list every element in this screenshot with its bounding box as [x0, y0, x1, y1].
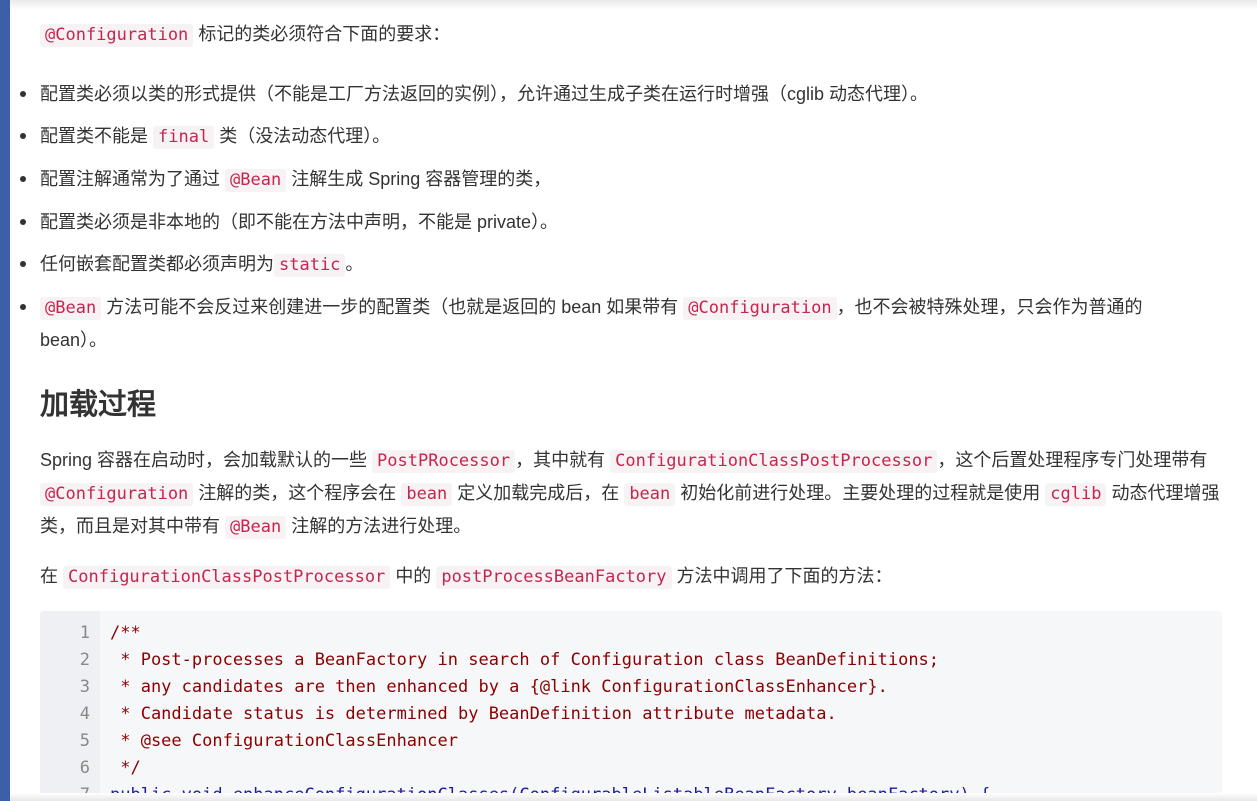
inline-code: @Bean — [225, 516, 287, 539]
line-number: 1 — [79, 623, 90, 643]
inline-code: bean — [624, 483, 676, 506]
code-line: /** — [110, 623, 141, 643]
inline-code: static — [274, 254, 346, 277]
code-line: * Post-processes a BeanFactory in search… — [110, 650, 940, 670]
list-item: 配置类必须以类的形式提供（不能是工厂方法返回的实例），允许通过生成子类在运行时增… — [20, 78, 1200, 110]
line-number: 2 — [79, 650, 90, 670]
section-heading: 加载过程 — [40, 389, 157, 421]
top-shadow — [10, 0, 1257, 10]
list-item: @Bean 方法可能不会反过来创建进一步的配置类（也就是返回的 bean 如果带… — [20, 291, 1200, 356]
inline-code: @Configuration — [40, 483, 194, 506]
list-item: 任何嵌套配置类都必须声明为 static。 — [20, 248, 1200, 281]
bottom-shade — [10, 793, 1257, 801]
inline-code: final — [153, 126, 215, 149]
left-accent-bar — [0, 0, 10, 801]
list-item: 配置类必须是非本地的（即不能在方法中声明，不能是 private）。 — [20, 206, 1200, 238]
inline-code: @Configuration — [683, 297, 837, 320]
intro-text: 标记的类必须符合下面的要求： — [198, 24, 451, 44]
line-number: 3 — [79, 677, 90, 697]
code-line: * Candidate status is determined by Bean… — [110, 704, 837, 724]
requirements-list: 配置类必须以类的形式提供（不能是工厂方法返回的实例），允许通过生成子类在运行时增… — [20, 78, 1200, 366]
code-block[interactable]: 1 2 3 4 5 6 7 /** * Post-processes a Bea… — [40, 611, 1222, 801]
inline-code: ConfigurationClassPostProcessor — [610, 450, 938, 473]
inline-code: @Bean — [40, 297, 102, 320]
inline-code: PostPRocessor — [372, 450, 516, 473]
inline-code: @Configuration — [40, 24, 194, 47]
line-number: 5 — [79, 731, 90, 751]
method-paragraph: 在 ConfigurationClassPostProcessor 中的 pos… — [40, 566, 893, 589]
inline-code: postProcessBeanFactory — [436, 566, 672, 589]
code-line: */ — [110, 758, 141, 778]
line-number: 6 — [79, 758, 90, 778]
load-process-paragraph: Spring 容器在启动时，会加载默认的一些 PostPRocessor ，其中就… — [40, 450, 1220, 539]
line-number-gutter: 1 2 3 4 5 6 7 — [40, 611, 100, 801]
inline-code: cglib — [1045, 483, 1107, 506]
code-lines: /** * Post-processes a BeanFactory in se… — [110, 620, 990, 801]
intro-paragraph: @Configuration 标记的类必须符合下面的要求： — [40, 18, 1235, 51]
inline-code: bean — [401, 483, 453, 506]
code-line: * @see ConfigurationClassEnhancer — [110, 731, 458, 751]
code-line: * any candidates are then enhanced by a … — [110, 677, 888, 697]
line-number: 4 — [79, 704, 90, 724]
list-item: 配置类不能是 final 类（没法动态代理）。 — [20, 120, 1200, 153]
inline-code: @Bean — [225, 169, 287, 192]
inline-code: ConfigurationClassPostProcessor — [63, 566, 391, 589]
list-item: 配置注解通常为了通过 @Bean 注解生成 Spring 容器管理的类， — [20, 163, 1200, 196]
